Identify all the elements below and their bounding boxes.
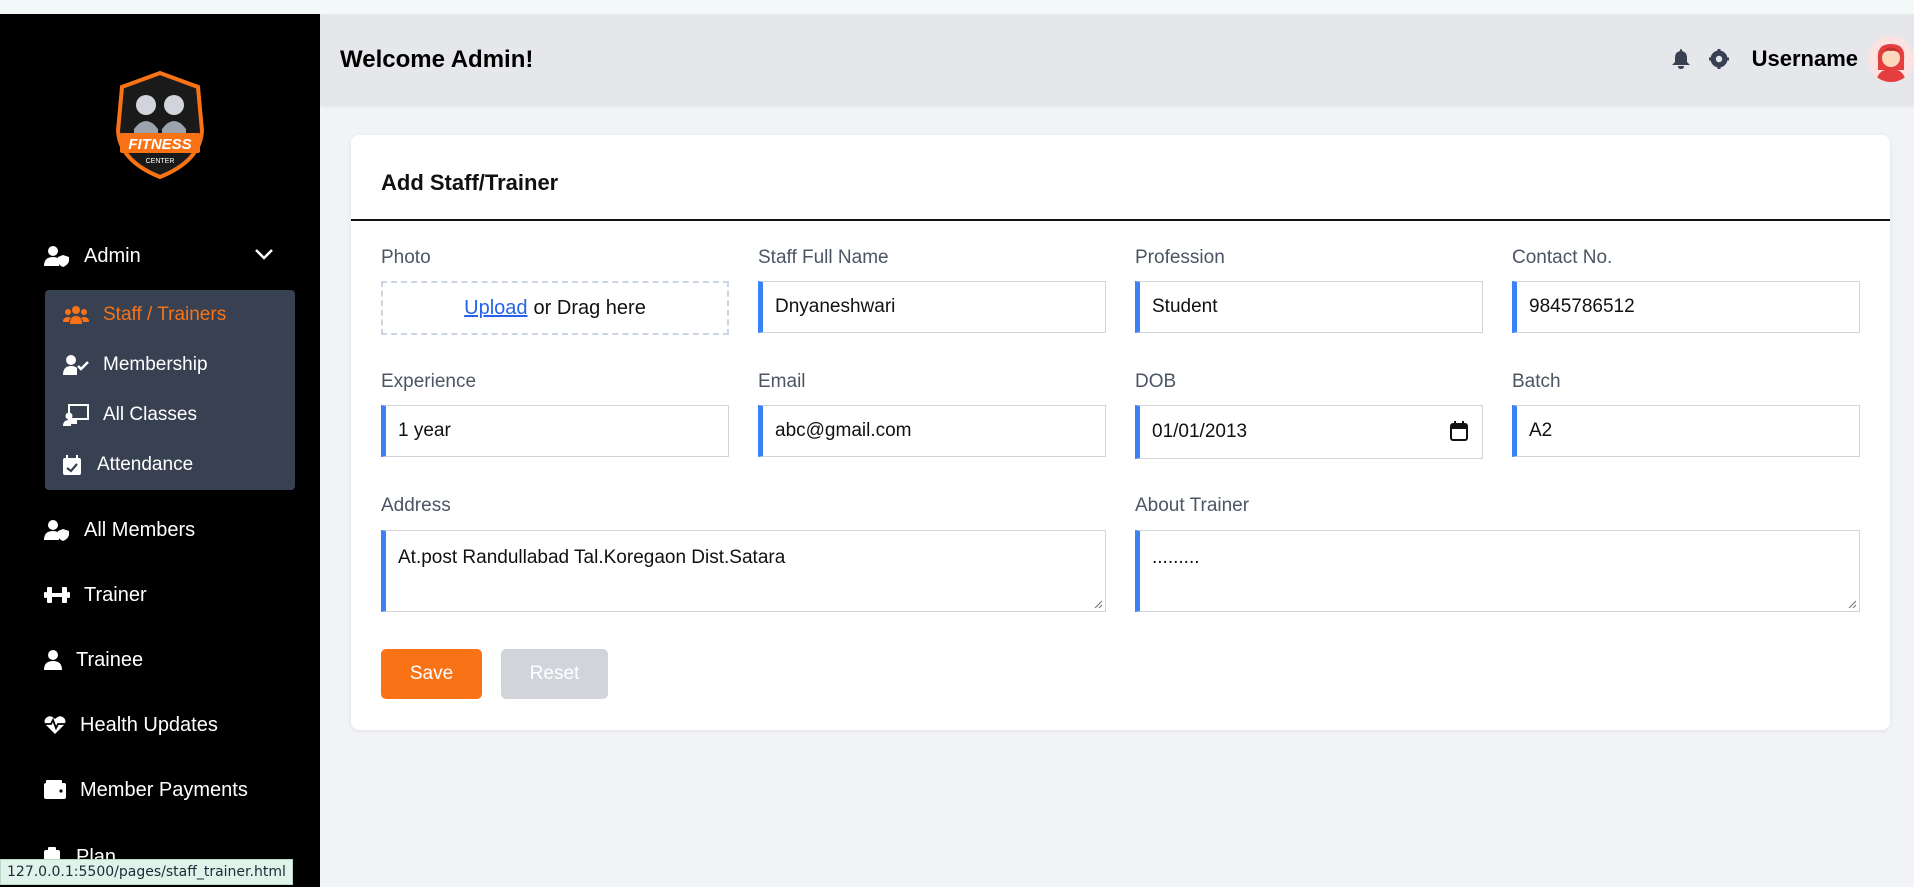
staff-name-input[interactable]: Dnyaneshwari — [758, 281, 1106, 333]
sidebar-item-staff-trainers[interactable]: Staff / Trainers — [63, 300, 226, 330]
user-shield-icon — [44, 244, 72, 268]
wallet-icon — [44, 778, 68, 802]
sidebar-item-trainer[interactable]: Trainer — [44, 579, 147, 611]
resize-handle-icon[interactable] — [1847, 599, 1857, 609]
resize-handle-icon[interactable] — [1093, 599, 1103, 609]
sidebar-item-label: Member Payments — [80, 778, 248, 801]
experience-input[interactable]: 1 year — [381, 405, 729, 457]
sidebar-item-admin[interactable]: Admin — [44, 240, 141, 272]
sidebar-item-membership[interactable]: Membership — [63, 350, 208, 380]
reset-button[interactable]: Reset — [501, 649, 608, 699]
add-staff-card: Add Staff/Trainer Photo Upload or Drag h… — [351, 135, 1890, 730]
upload-link[interactable]: Upload — [464, 297, 527, 320]
sub-item-label: All Classes — [103, 404, 197, 425]
sidebar-item-health-updates[interactable]: Health Updates — [44, 709, 218, 741]
sidebar-item-label: Admin — [84, 244, 141, 267]
address-label: Address — [381, 495, 451, 516]
sidebar-item-all-members[interactable]: All Members — [44, 514, 195, 546]
sidebar-item-member-payments[interactable]: Member Payments — [44, 774, 248, 806]
avatar[interactable] — [1868, 36, 1914, 82]
sub-item-label: Attendance — [97, 454, 194, 475]
users-icon — [63, 303, 91, 327]
upload-hint: or Drag here — [533, 296, 646, 319]
heart-pulse-icon — [44, 713, 68, 737]
dob-value: 01/01/2013 — [1152, 421, 1248, 442]
header-actions: Username — [1670, 34, 1914, 84]
username-label[interactable]: Username — [1752, 46, 1858, 72]
name-label: Staff Full Name — [758, 247, 889, 268]
calendar-icon[interactable] — [1450, 421, 1468, 441]
logo-text: FITNESS — [128, 136, 191, 153]
experience-label: Experience — [381, 371, 477, 392]
chalkboard-teacher-icon — [63, 403, 91, 427]
welcome-title: Welcome Admin! — [340, 46, 534, 73]
sidebar-item-attendance[interactable]: Attendance — [63, 450, 193, 480]
photo-label: Photo — [381, 247, 431, 268]
sub-item-label: Staff / Trainers — [103, 304, 227, 325]
top-header: Welcome Admin! Username — [320, 14, 1914, 104]
about-label: About Trainer — [1135, 495, 1250, 516]
about-textarea[interactable]: ......... — [1135, 530, 1860, 612]
user-shield-icon — [44, 518, 72, 542]
email-input[interactable]: abc@gmail.com — [758, 405, 1106, 457]
contact-label: Contact No. — [1512, 247, 1613, 268]
logo-subtext: CENTER — [146, 158, 175, 165]
status-bar-url: 127.0.0.1:5500/pages/staff_trainer.html — [0, 859, 293, 885]
calendar-check-icon — [63, 453, 85, 477]
batch-label: Batch — [1512, 371, 1561, 392]
sidebar-item-label: Health Updates — [80, 713, 218, 736]
address-value: At.post Randullabad Tal.Koregaon Dist.Sa… — [398, 547, 786, 568]
title-divider — [351, 219, 1890, 221]
sidebar-item-trainee[interactable]: Trainee — [44, 644, 143, 676]
email-label: Email — [758, 371, 806, 392]
sidebar-item-label: Trainee — [76, 648, 144, 671]
sub-item-label: Membership — [103, 354, 208, 375]
sidebar-item-label: Trainer — [84, 583, 147, 606]
save-button[interactable]: Save — [381, 649, 482, 699]
dumbbell-icon — [44, 583, 72, 607]
sidebar-item-label: All Members — [84, 518, 196, 541]
sidebar-item-all-classes[interactable]: All Classes — [63, 400, 197, 430]
batch-input[interactable]: A2 — [1512, 405, 1860, 457]
card-title: Add Staff/Trainer — [381, 170, 559, 195]
dob-label: DOB — [1135, 371, 1177, 392]
fitness-center-logo: FITNESS CENTER — [110, 69, 210, 181]
gear-icon[interactable] — [1708, 48, 1730, 70]
profession-label: Profession — [1135, 247, 1225, 268]
about-value: ......... — [1152, 547, 1200, 568]
address-textarea[interactable]: At.post Randullabad Tal.Koregaon Dist.Sa… — [381, 530, 1106, 612]
profession-input[interactable]: Student — [1135, 281, 1483, 333]
user-check-icon — [63, 353, 91, 377]
dob-input[interactable]: 01/01/2013 — [1135, 405, 1483, 459]
user-icon — [44, 648, 64, 672]
browser-top-strip — [0, 0, 1914, 14]
admin-submenu: Staff / Trainers Membership All Classes … — [45, 290, 295, 490]
bell-icon[interactable] — [1670, 48, 1692, 70]
photo-upload-dropzone[interactable]: Upload or Drag here — [381, 281, 729, 335]
chevron-down-icon[interactable] — [252, 242, 276, 266]
contact-input[interactable]: 9845786512 — [1512, 281, 1860, 333]
sidebar: FITNESS CENTER Admin Staff / Trainers Me… — [0, 14, 320, 887]
